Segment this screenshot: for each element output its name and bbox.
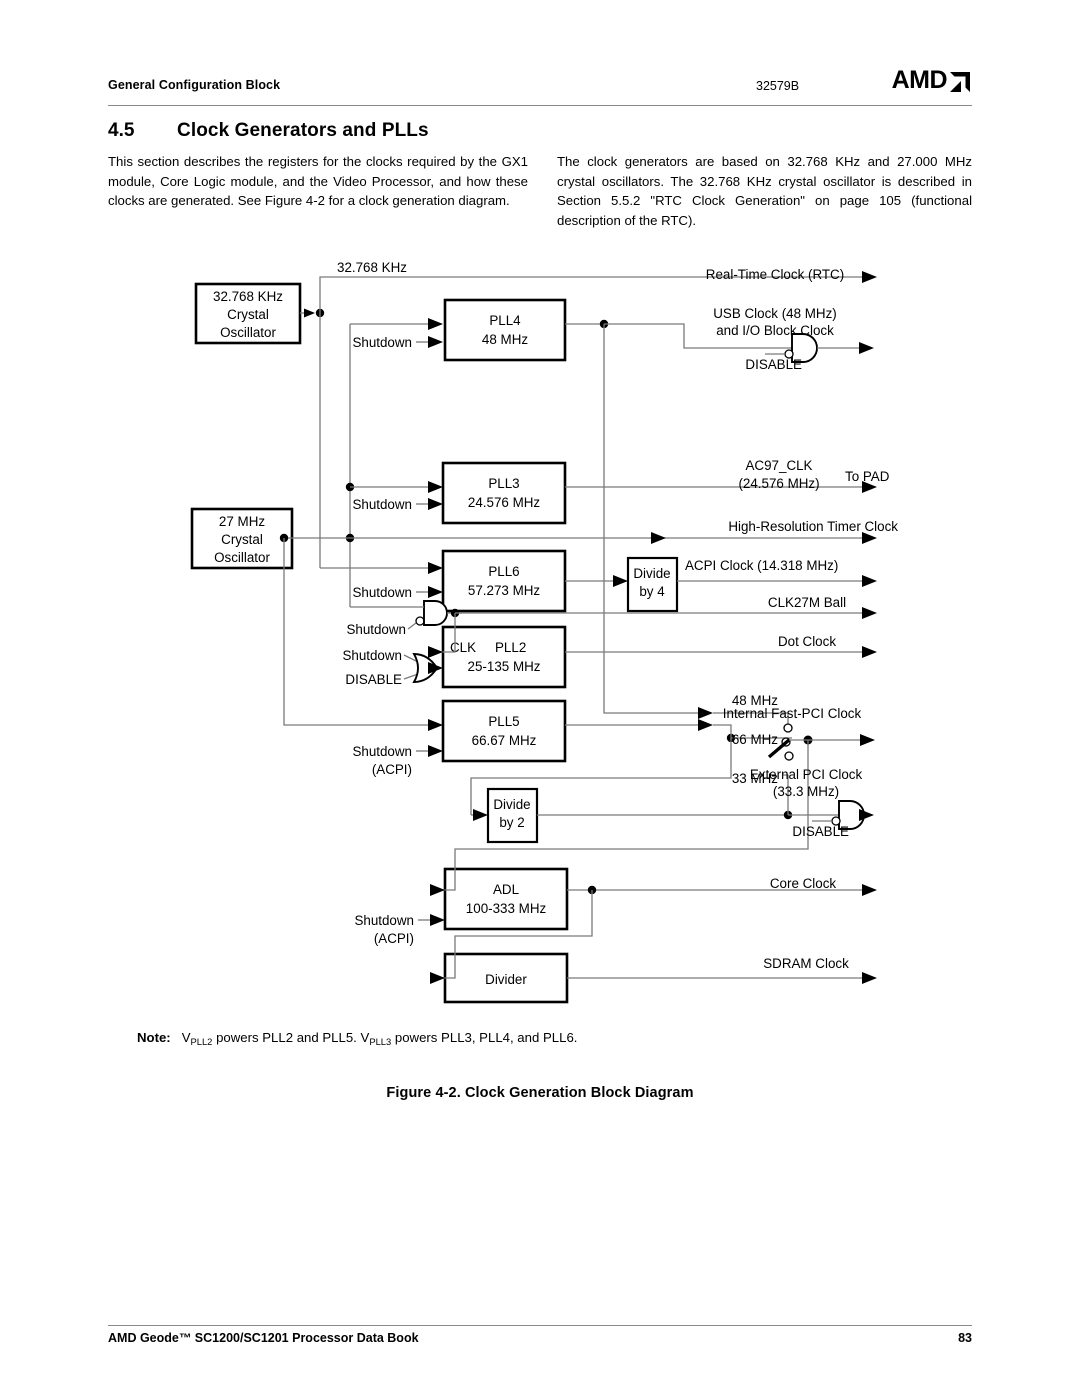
label-shutdown-gate-or: Shutdown — [342, 648, 402, 663]
note-text-3: powers PLL3, PLL4, and PLL6. — [391, 1030, 578, 1045]
block-div2-line2: by 2 — [499, 815, 524, 830]
output-label-fastpci: Internal Fast-PCI Clock — [723, 706, 862, 721]
output-label-ac97-2: (24.576 MHz) — [738, 476, 819, 491]
label-shutdown-pll5: Shutdown — [352, 744, 412, 759]
label-disable-pll2: DISABLE — [345, 672, 402, 687]
output-label-extpci-disable: DISABLE — [792, 824, 849, 839]
label-shutdown-pll5-acpi: (ACPI) — [372, 762, 412, 777]
block-adl-line2: 100-333 MHz — [466, 901, 547, 916]
output-label-to-pad: To PAD — [845, 469, 890, 484]
label-shutdown-adl-acpi: (ACPI) — [374, 931, 414, 946]
note-sub-2: PLL3 — [369, 1036, 392, 1047]
label-shutdown-pll4: Shutdown — [352, 335, 412, 350]
output-label-clk27m: CLK27M Ball — [768, 595, 846, 610]
label-shutdown-pll6: Shutdown — [352, 585, 412, 600]
output-label-core: Core Clock — [770, 876, 837, 891]
block-osc27m-line2: Crystal — [221, 532, 263, 547]
output-label-dot: Dot Clock — [778, 634, 836, 649]
output-label-usb-2: and I/O Block Clock — [716, 323, 834, 338]
label-mux-66: 66 MHz — [732, 732, 778, 747]
footer-book-title: AMD Geode™ SC1200/SC1201 Processor Data … — [108, 1331, 419, 1345]
block-div4-line1: Divide — [633, 566, 670, 581]
output-label-hrtimer: High-Resolution Timer Clock — [728, 519, 898, 534]
output-label-usb-disable: DISABLE — [745, 357, 802, 372]
block-pll5-line2: 66.67 MHz — [472, 733, 537, 748]
label-shutdown-adl: Shutdown — [354, 913, 414, 928]
block-pll4-line1: PLL4 — [489, 313, 521, 328]
label-shutdown-pll3: Shutdown — [352, 497, 412, 512]
block-div2-line1: Divide — [493, 797, 530, 812]
block-pll6-line1: PLL6 — [488, 564, 519, 579]
output-label-usb-1: USB Clock (48 MHz) — [713, 306, 837, 321]
note-label: Note: — [137, 1030, 171, 1045]
block-osc32k-line1: 32.768 KHz — [213, 289, 283, 304]
block-osc27m-line3: Oscillator — [214, 550, 270, 565]
block-divider-line1: Divider — [485, 972, 527, 987]
block-pll6-line2: 57.273 MHz — [468, 583, 541, 598]
output-label-sdram: SDRAM Clock — [763, 956, 849, 971]
block-pll2-line1: 25-135 MHz — [468, 659, 541, 674]
output-label-ac97-1: AC97_CLK — [746, 458, 813, 473]
clock-generation-block-diagram: .w{stroke:#7a7a7a;stroke-width:1.3;fill:… — [0, 0, 1080, 1397]
label-shutdown-gate-and: Shutdown — [346, 622, 406, 637]
note-text-2: powers PLL2 and PLL5. — [212, 1030, 361, 1045]
figure-caption: Figure 4-2. Clock Generation Block Diagr… — [386, 1085, 694, 1101]
block-pll3-line2: 24.576 MHz — [468, 495, 541, 510]
block-osc32k-line2: Crystal — [227, 307, 269, 322]
block-pll2-name: PLL2 — [495, 640, 526, 655]
output-label-extpci-2: (33.3 MHz) — [773, 784, 839, 799]
document-page: General Configuration Block 32579B AMD 4… — [0, 0, 1080, 1397]
block-adl-line1: ADL — [493, 882, 519, 897]
output-label-acpi: ACPI Clock (14.318 MHz) — [685, 558, 838, 573]
footer-page-number: 83 — [958, 1331, 972, 1345]
note-text-v2: V — [360, 1030, 370, 1045]
figure-note: Note: VPLL2 powers PLL2 and PLL5. VPLL3 … — [137, 1030, 578, 1047]
block-div4-line2: by 4 — [639, 584, 665, 599]
note-sub-1: PLL2 — [190, 1036, 213, 1047]
label-bus-32768: 32.768 KHz — [337, 260, 407, 275]
block-pll5-line1: PLL5 — [488, 714, 519, 729]
block-osc27m-line1: 27 MHz — [219, 514, 265, 529]
block-pll2-clk-label: CLK — [450, 640, 476, 655]
output-label-extpci-1: External PCI Clock — [750, 767, 863, 782]
block-pll4-line2: 48 MHz — [482, 332, 528, 347]
block-pll3-line1: PLL3 — [488, 476, 519, 491]
output-label-rtc: Real-Time Clock (RTC) — [706, 267, 844, 282]
note-text-1: V — [181, 1030, 191, 1045]
block-osc32k-line3: Oscillator — [220, 325, 276, 340]
footer-divider — [108, 1325, 972, 1326]
